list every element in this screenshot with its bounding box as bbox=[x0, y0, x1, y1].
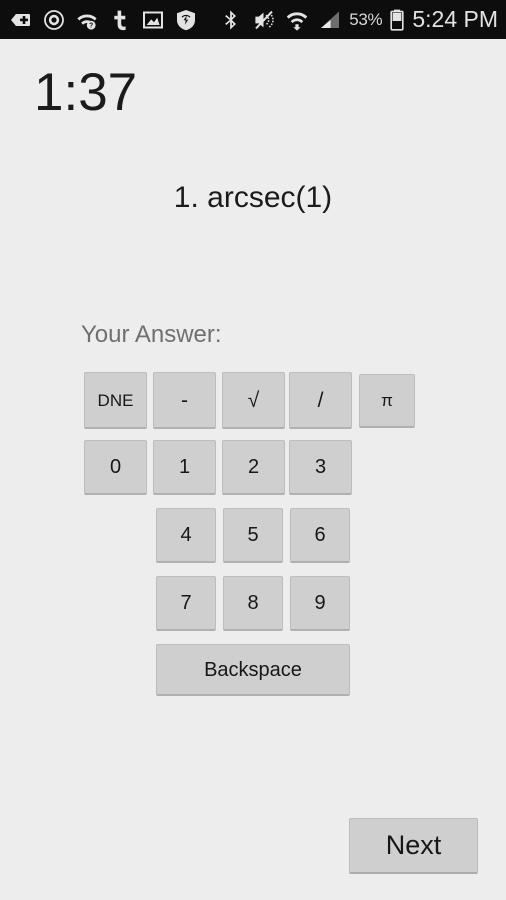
contacts-icon bbox=[108, 8, 132, 32]
key-3[interactable]: 3 bbox=[289, 440, 352, 495]
countdown-timer: 1:37 bbox=[34, 63, 138, 122]
cell-signal-icon bbox=[318, 8, 342, 32]
key-8[interactable]: 8 bbox=[223, 576, 283, 631]
record-circle-icon bbox=[42, 8, 66, 32]
key-divide[interactable]: / bbox=[289, 372, 352, 429]
key-7[interactable]: 7 bbox=[156, 576, 216, 631]
question-text: 1. arcsec(1) bbox=[173, 181, 333, 214]
app-screen: ? 53% 5:24 PM 1:37 1. arcsec(1) Your Ans… bbox=[0, 0, 506, 900]
key-4[interactable]: 4 bbox=[156, 508, 216, 563]
key-6[interactable]: 6 bbox=[290, 508, 350, 563]
answer-label: Your Answer: bbox=[81, 321, 222, 348]
battery-half-icon bbox=[389, 9, 405, 31]
svg-text:?: ? bbox=[89, 22, 93, 29]
key-backspace[interactable]: Backspace bbox=[156, 644, 350, 696]
bluetooth-icon bbox=[219, 8, 243, 32]
status-bar-right: 53% 5:24 PM bbox=[349, 6, 506, 33]
add-tag-icon bbox=[9, 8, 33, 32]
key-2[interactable]: 2 bbox=[222, 440, 285, 495]
wifi-question-icon: ? bbox=[75, 8, 99, 32]
mute-vibrate-icon bbox=[252, 8, 276, 32]
key-5[interactable]: 5 bbox=[223, 508, 283, 563]
key-9[interactable]: 9 bbox=[290, 576, 350, 631]
key-pi[interactable]: π bbox=[359, 374, 415, 428]
gallery-image-icon bbox=[141, 8, 165, 32]
status-bar: ? 53% 5:24 PM bbox=[0, 0, 506, 39]
status-bar-left-icons: ? bbox=[0, 8, 349, 32]
battery-percent-label: 53% bbox=[349, 9, 383, 29]
key-minus[interactable]: - bbox=[153, 372, 216, 429]
shield-security-icon bbox=[174, 8, 198, 32]
status-bar-clock: 5:24 PM bbox=[412, 6, 498, 32]
key-sqrt[interactable]: √ bbox=[222, 372, 285, 429]
key-1[interactable]: 1 bbox=[153, 440, 216, 495]
key-dne[interactable]: DNE bbox=[84, 372, 147, 429]
next-button[interactable]: Next bbox=[349, 818, 478, 874]
wifi-download-icon bbox=[285, 8, 309, 32]
key-0[interactable]: 0 bbox=[84, 440, 147, 495]
